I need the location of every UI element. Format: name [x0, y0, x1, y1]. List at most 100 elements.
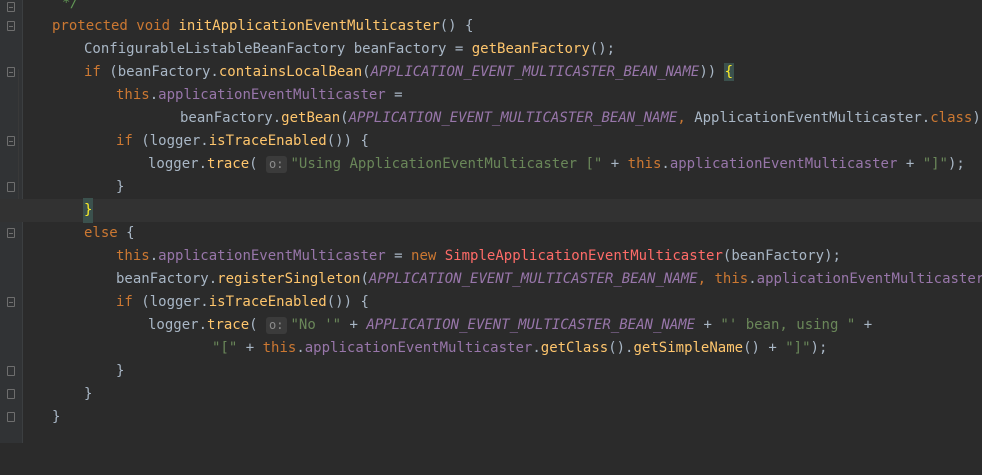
code-line-18: }	[0, 406, 982, 429]
keyword: else	[84, 225, 118, 241]
code-token: +	[695, 317, 721, 333]
method-call: isTraceEnabled	[208, 294, 327, 310]
method-name: initApplicationEventMulticaster	[178, 18, 440, 34]
line-content: logger.trace( o: "Using ApplicationEventM…	[148, 153, 965, 176]
code-token: ))	[699, 64, 725, 80]
string-literal: "]"	[785, 340, 811, 356]
keyword: this	[116, 87, 150, 103]
string-literal: "Using ApplicationEventMulticaster ["	[290, 156, 603, 172]
code-line-comment-end: */	[0, 0, 982, 15]
code-token: +	[602, 156, 628, 172]
code-line-4: this.applicationEventMulticaster =	[0, 84, 982, 107]
code-token: logger.	[148, 156, 208, 172]
keyword: new	[411, 248, 437, 264]
code-token: =	[385, 248, 412, 264]
keyword: if	[116, 133, 133, 149]
keyword: this	[116, 248, 150, 264]
line-content: ConfigurableListableBeanFactory beanFact…	[84, 38, 615, 61]
constant-name: APPLICATION_EVENT_MULTICASTER_BEAN_NAME	[348, 110, 678, 126]
method-call: registerSingleton	[217, 271, 361, 287]
code-token: .	[921, 110, 931, 126]
keyword: if	[84, 64, 101, 80]
method-call: getBeanFactory	[471, 41, 590, 57]
string-literal: "No '"	[290, 317, 342, 333]
line-content: this.applicationEventMulticaster = new S…	[116, 245, 841, 268]
code-line-14: logger.trace( o: "No '" + APPLICATION_EVE…	[0, 314, 982, 337]
line-content: protected void initApplicationEventMulti…	[52, 15, 473, 38]
type-name: ConfigurableListableBeanFactory	[84, 41, 346, 57]
code-line-11: this.applicationEventMulticaster = new S…	[0, 245, 982, 268]
code-token: beanFactory.	[116, 271, 218, 287]
line-content: if (logger.isTraceEnabled()) {	[116, 291, 369, 314]
field-name: applicationEventMulticaster	[158, 248, 386, 264]
keyword: if	[116, 294, 133, 310]
method-call: isTraceEnabled	[208, 133, 327, 149]
string-literal: "]"	[922, 156, 948, 172]
method-call: trace	[207, 317, 250, 333]
method-call: containsLocalBean	[218, 64, 363, 80]
keyword: this	[262, 340, 297, 356]
matched-brace: }	[82, 198, 94, 223]
code-token: ().	[608, 340, 634, 356]
code-area[interactable]: */ protected void initApplicationEventMu…	[0, 0, 982, 443]
code-token: (	[340, 110, 349, 126]
code-token: logger.	[148, 317, 208, 333]
keyword: protected	[52, 18, 128, 34]
code-token: ()) {	[326, 133, 369, 149]
code-token: .	[149, 87, 159, 103]
constant-name: APPLICATION_EVENT_MULTICASTER_BEAN_NAME	[368, 271, 698, 287]
matched-brace: {	[723, 63, 735, 81]
keyword: void	[136, 18, 171, 34]
code-token: (beanFactory.	[100, 64, 219, 80]
line-content: if (beanFactory.containsLocalBean(APPLIC…	[84, 61, 735, 84]
field-name: applicationEventMulticaster	[304, 340, 533, 356]
field-name: applicationEventMulticaster	[669, 156, 898, 172]
code-token: =	[385, 87, 403, 103]
code-line-5: beanFactory.getBean(APPLICATION_EVENT_MU…	[0, 107, 982, 130]
keyword: class	[930, 110, 973, 126]
code-token: .	[661, 156, 670, 172]
code-token: (	[249, 156, 258, 172]
closing-brace: }	[84, 386, 93, 402]
code-token: +	[237, 340, 263, 356]
method-call: getClass	[540, 340, 609, 356]
closing-brace: }	[116, 179, 125, 195]
string-literal: "["	[212, 340, 238, 356]
method-call: getSimpleName	[633, 340, 744, 356]
parameter-hint: o:	[266, 317, 287, 334]
closing-brace: }	[116, 363, 125, 379]
code-editor[interactable]: */ protected void initApplicationEventMu…	[0, 0, 982, 443]
comment-text: */	[62, 0, 79, 11]
keyword: this	[714, 271, 749, 287]
code-line-7: logger.trace( o: "Using ApplicationEventM…	[0, 153, 982, 176]
code-token: (logger.	[132, 294, 209, 310]
code-token: +	[897, 156, 923, 172]
code-token: .	[532, 340, 541, 356]
variable-name: beanFactory	[353, 41, 447, 57]
line-content: logger.trace( o: "No '" + APPLICATION_EVE…	[148, 314, 872, 337]
code-token: () +	[743, 340, 786, 356]
code-line-8: }	[0, 176, 982, 199]
code-line-12: beanFactory.registerSingleton(APPLICATIO…	[0, 268, 982, 291]
code-line-15: "[" + this.applicationEventMulticaster.g…	[0, 337, 982, 360]
code-token: beanFactory.	[180, 110, 282, 126]
field-name: applicationEventMulticaster	[756, 271, 982, 287]
closing-brace: }	[52, 409, 61, 425]
code-token: =	[446, 41, 472, 57]
code-line-3: if (beanFactory.containsLocalBean(APPLIC…	[0, 61, 982, 84]
line-content: beanFactory.registerSingleton(APPLICATIO…	[116, 268, 982, 291]
code-line-6: if (logger.isTraceEnabled()) {	[0, 130, 982, 153]
line-content: this.applicationEventMulticaster =	[116, 84, 403, 107]
code-token: ,	[697, 271, 715, 287]
code-token: .	[748, 271, 757, 287]
code-line-9-current[interactable]: }	[0, 198, 982, 223]
code-token: +	[855, 317, 873, 333]
code-line-17: }	[0, 383, 982, 406]
method-call: trace	[207, 156, 250, 172]
code-line-13: if (logger.isTraceEnabled()) {	[0, 291, 982, 314]
code-token: (	[362, 64, 371, 80]
field-name: applicationEventMulticaster	[158, 87, 386, 103]
code-token: (logger.	[132, 133, 209, 149]
keyword: this	[627, 156, 662, 172]
code-token: );	[948, 156, 965, 172]
